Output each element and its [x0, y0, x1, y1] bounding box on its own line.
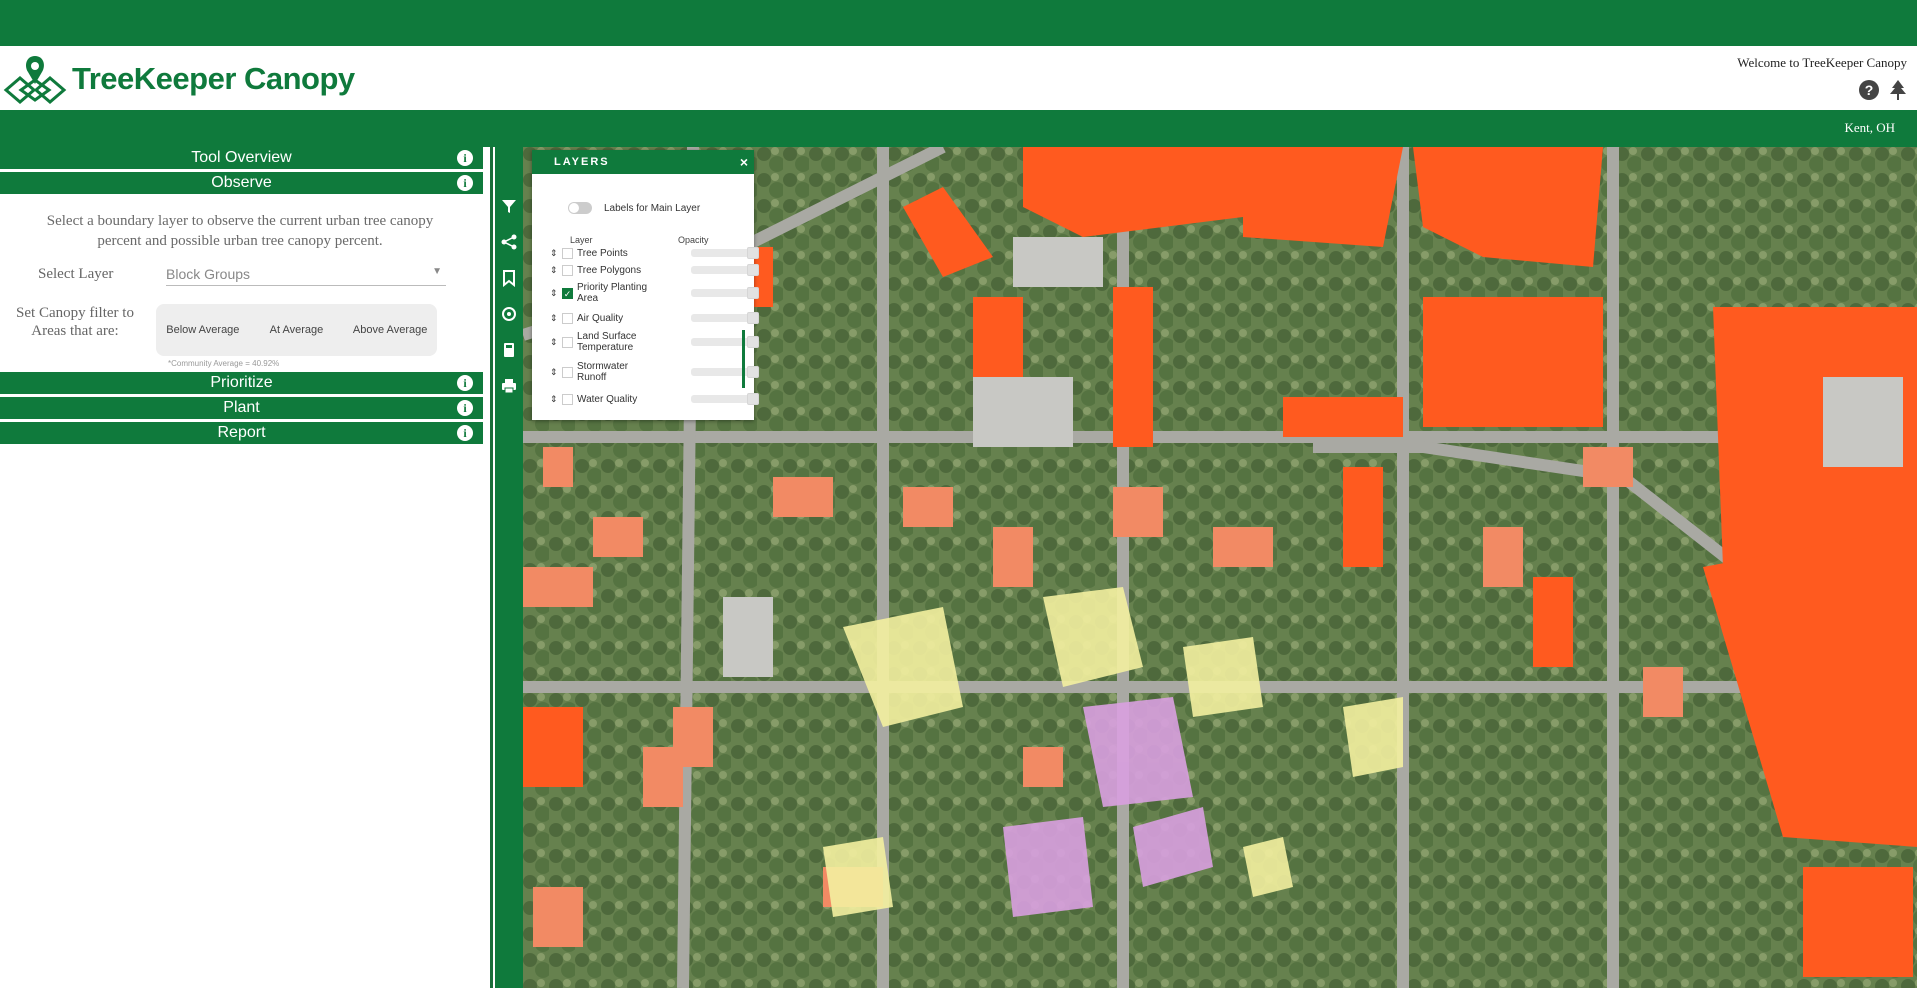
opacity-slider[interactable] [691, 336, 759, 348]
layer-name: Tree Polygons [577, 264, 642, 276]
labels-toggle[interactable] [568, 202, 592, 214]
top-brand-bar [0, 0, 1917, 46]
select-layer-value: Block Groups [166, 266, 251, 282]
sidebar-resize-gutter [483, 147, 495, 988]
canopy-filter-label: Set Canopy filter to Areas that are: [16, 305, 134, 339]
header-icons: ? [1859, 80, 1907, 100]
community-average-note: *Community Average = 40.92% [168, 359, 280, 368]
target-icon[interactable] [500, 305, 518, 323]
drag-handle-icon[interactable]: ⇕ [550, 248, 558, 259]
layer-row: ⇕ Air Quality [550, 307, 759, 329]
treekeeper-logo-icon [3, 56, 67, 104]
drag-handle-icon[interactable]: ⇕ [550, 337, 558, 348]
bookmark-icon[interactable] [500, 269, 518, 287]
filter-above-average-button[interactable]: Above Average [352, 324, 428, 337]
drag-handle-icon[interactable]: ⇕ [550, 394, 558, 405]
section-tool-overview[interactable]: Tool Overview i [0, 147, 483, 169]
layers-title: LAYERS [554, 156, 610, 168]
layers-scrollbar[interactable] [742, 330, 745, 388]
info-icon[interactable]: i [457, 375, 473, 391]
print-icon[interactable] [500, 377, 518, 395]
info-icon[interactable]: i [457, 150, 473, 166]
layer-row: ⇕ Stormwater Runoff [550, 358, 759, 386]
sidebar-resize-handle[interactable] [490, 147, 493, 988]
info-icon[interactable]: i [457, 175, 473, 191]
slider-knob[interactable] [747, 393, 759, 405]
labels-toggle-label: Labels for Main Layer [604, 202, 701, 214]
close-icon[interactable]: × [740, 150, 748, 174]
welcome-text: Welcome to TreeKeeper Canopy [1737, 55, 1907, 70]
opacity-slider[interactable] [691, 287, 759, 299]
opacity-slider[interactable] [691, 264, 759, 276]
layer-checkbox[interactable] [562, 264, 573, 276]
section-title: Plant [223, 399, 260, 416]
layer-checkbox[interactable] [562, 393, 573, 405]
chevron-down-icon: ▼ [432, 266, 442, 277]
labels-toggle-row: Labels for Main Layer [568, 202, 700, 214]
section-report[interactable]: Report i [0, 422, 483, 444]
layer-name: Air Quality [577, 312, 624, 324]
canopy-filter-group: Below Average At Average Above Average [156, 304, 437, 356]
app-logo[interactable]: TreeKeeper Canopy [2, 54, 355, 104]
app-header: TreeKeeper Canopy Welcome to TreeKeeper … [0, 46, 1917, 110]
opacity-slider[interactable] [691, 247, 759, 259]
select-layer-label: Select Layer [38, 266, 114, 282]
layer-checkbox[interactable] [562, 247, 573, 259]
map-toolbar [495, 147, 523, 988]
layer-name: Water Quality [577, 393, 638, 405]
opacity-slider[interactable] [691, 312, 759, 324]
sidebar-panel: Tool Overview i Observe i Select a bound… [0, 147, 483, 988]
drag-handle-icon[interactable]: ⇕ [550, 367, 558, 378]
drag-handle-icon[interactable]: ⇕ [550, 265, 558, 276]
section-observe[interactable]: Observe i [0, 172, 483, 194]
drag-handle-icon[interactable]: ⇕ [550, 313, 558, 324]
section-plant[interactable]: Plant i [0, 397, 483, 419]
info-icon[interactable]: i [457, 425, 473, 441]
filter-icon[interactable] [500, 197, 518, 215]
filter-at-average-button[interactable]: At Average [258, 324, 334, 337]
slider-knob[interactable] [747, 247, 759, 259]
layer-row: ⇕ Tree Polygons [550, 259, 759, 281]
section-prioritize[interactable]: Prioritize i [0, 372, 483, 394]
layer-checkbox[interactable] [562, 312, 573, 324]
observe-panel: Select a boundary layer to observe the c… [0, 197, 483, 372]
section-title: Observe [211, 174, 272, 191]
slider-knob[interactable] [747, 366, 759, 378]
select-layer-dropdown[interactable]: Block Groups ▼ [166, 266, 446, 286]
drag-handle-icon[interactable]: ⇕ [550, 288, 558, 299]
location-bar: Kent, OH [0, 110, 1917, 147]
calculator-icon[interactable] [500, 341, 518, 359]
slider-knob[interactable] [747, 287, 759, 299]
slider-knob[interactable] [747, 312, 759, 324]
filter-below-average-button[interactable]: Below Average [165, 324, 241, 337]
layer-row: ⇕ Water Quality [550, 388, 759, 410]
app-name: TreeKeeper Canopy [72, 61, 355, 96]
slider-knob[interactable] [747, 336, 759, 348]
layer-name: Land Surface Temperature [577, 331, 637, 353]
layer-checkbox[interactable] [562, 336, 573, 348]
layer-name: Tree Points [577, 247, 628, 259]
layer-row: ⇕ Land Surface Temperature [550, 328, 759, 356]
opacity-slider[interactable] [691, 393, 759, 405]
layer-name: Priority Planting Area [577, 282, 648, 304]
layer-row: ⇕ ✓ Priority Planting Area [550, 279, 759, 307]
layer-name: Stormwater Runoff [577, 361, 629, 383]
section-title: Prioritize [210, 374, 273, 391]
location-label: Kent, OH [1844, 120, 1895, 135]
info-icon[interactable]: i [457, 400, 473, 416]
layer-checkbox[interactable] [562, 366, 573, 378]
section-title: Tool Overview [191, 149, 292, 166]
layers-panel: LAYERS × Labels for Main Layer Layer Opa… [532, 150, 759, 420]
opacity-slider[interactable] [691, 366, 759, 378]
tree-icon[interactable] [1889, 80, 1907, 100]
observe-description: Select a boundary layer to observe the c… [46, 213, 434, 249]
layer-checkbox-checked[interactable]: ✓ [562, 287, 573, 299]
share-icon[interactable] [500, 233, 518, 251]
layers-panel-header: LAYERS × [532, 150, 754, 174]
slider-knob[interactable] [747, 264, 759, 276]
section-title: Report [217, 424, 266, 441]
help-icon[interactable]: ? [1859, 80, 1879, 100]
